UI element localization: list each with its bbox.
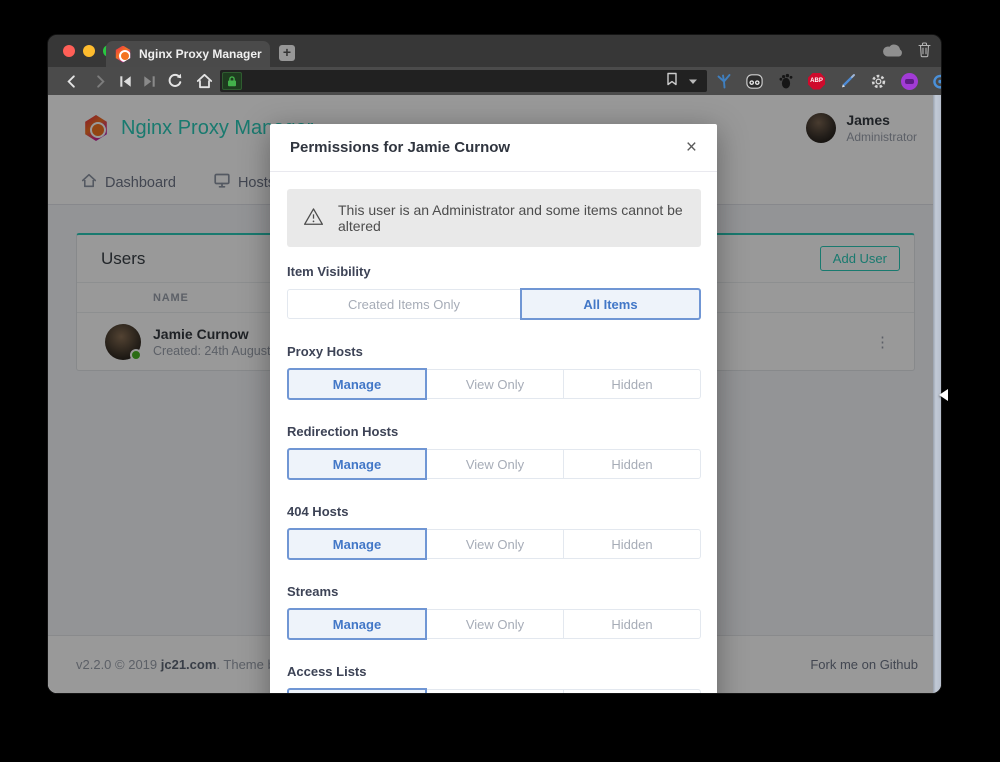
section-label: 404 Hosts xyxy=(287,504,701,519)
view-only-button[interactable]: View Only xyxy=(426,689,564,693)
section-label: Proxy Hosts xyxy=(287,344,701,359)
browser-home-icon[interactable] xyxy=(188,73,220,89)
permission-section-redirection-hosts: Redirection Hosts Manage View Only Hidde… xyxy=(287,424,701,480)
browser-tab[interactable]: Nginx Proxy Manager xyxy=(106,41,270,67)
gnome-foot-extension-icon[interactable] xyxy=(777,73,794,90)
screen: Nginx Proxy Manager + xyxy=(0,0,1000,762)
page-viewport: Nginx Proxy Manager James Administrator … xyxy=(48,95,941,693)
view-only-button[interactable]: View Only xyxy=(426,369,564,399)
extension-bar: ABP xyxy=(715,67,941,95)
hidden-button[interactable]: Hidden xyxy=(563,529,701,559)
item-visibility-label: Item Visibility xyxy=(287,264,701,279)
tab-title: Nginx Proxy Manager xyxy=(139,47,262,61)
section-label: Access Lists xyxy=(287,664,701,679)
close-window-button[interactable] xyxy=(63,45,75,57)
view-only-button[interactable]: View Only xyxy=(426,609,564,639)
permission-button-group: Manage View Only Hidden xyxy=(287,608,701,640)
npm-favicon-icon xyxy=(115,46,131,63)
browser-titlebar: Nginx Proxy Manager + xyxy=(48,35,941,67)
new-tab-button[interactable]: + xyxy=(279,45,295,61)
warning-icon xyxy=(303,207,324,229)
manage-button[interactable]: Manage xyxy=(287,608,427,640)
browser-window: Nginx Proxy Manager + xyxy=(48,35,941,693)
permission-section-access-lists: Access Lists Manage View Only Hidden xyxy=(287,664,701,693)
modal-title: Permissions for Jamie Curnow xyxy=(290,139,510,156)
hidden-button[interactable]: Hidden xyxy=(563,369,701,399)
permission-button-group: Manage View Only Hidden xyxy=(287,688,701,693)
purple-extension-icon[interactable] xyxy=(901,73,918,90)
close-icon[interactable]: × xyxy=(686,141,697,155)
item-visibility-group: Created Items Only All Items xyxy=(287,288,701,320)
goggles-extension-icon[interactable] xyxy=(746,73,763,90)
permission-section-streams: Streams Manage View Only Hidden xyxy=(287,584,701,640)
permission-section-404-hosts: 404 Hosts Manage View Only Hidden xyxy=(287,504,701,560)
manage-button[interactable]: Manage xyxy=(287,688,427,693)
minimize-window-button[interactable] xyxy=(83,45,95,57)
hidden-button[interactable]: Hidden xyxy=(563,689,701,693)
permissions-modal: Permissions for Jamie Curnow × This user… xyxy=(270,124,717,693)
bookmark-caret-icon[interactable] xyxy=(688,72,698,90)
all-items-button[interactable]: All Items xyxy=(520,288,701,320)
browser-toolbar: ABP xyxy=(48,67,941,95)
section-label: Streams xyxy=(287,584,701,599)
admin-alert-text: This user is an Administrator and some i… xyxy=(338,202,685,234)
reload-icon[interactable] xyxy=(161,73,188,89)
skip-end-icon[interactable] xyxy=(137,75,161,88)
permission-button-group: Manage View Only Hidden xyxy=(287,448,701,480)
back-icon[interactable] xyxy=(56,74,86,89)
trash-icon[interactable] xyxy=(918,42,931,63)
manage-button[interactable]: Manage xyxy=(287,368,427,400)
view-only-button[interactable]: View Only xyxy=(426,529,564,559)
manage-button[interactable]: Manage xyxy=(287,448,427,480)
bookmark-icon[interactable] xyxy=(666,72,678,91)
abp-extension-icon[interactable]: ABP xyxy=(808,73,825,90)
permission-section-proxy-hosts: Proxy Hosts Manage View Only Hidden xyxy=(287,344,701,400)
created-items-only-button[interactable]: Created Items Only xyxy=(287,289,521,319)
gear-extension-icon[interactable] xyxy=(870,73,887,90)
pen-extension-icon[interactable] xyxy=(839,73,856,90)
view-only-button[interactable]: View Only xyxy=(426,449,564,479)
permission-button-group: Manage View Only Hidden xyxy=(287,528,701,560)
cloud-icon[interactable] xyxy=(882,43,904,62)
manage-button[interactable]: Manage xyxy=(287,528,427,560)
hidden-button[interactable]: Hidden xyxy=(563,609,701,639)
mouse-cursor xyxy=(939,389,948,401)
admin-alert: This user is an Administrator and some i… xyxy=(287,189,701,247)
forward-icon[interactable] xyxy=(86,74,114,89)
hidden-button[interactable]: Hidden xyxy=(563,449,701,479)
sync-lock-extension-icon[interactable] xyxy=(932,73,941,90)
ssl-lock-icon[interactable] xyxy=(222,72,242,90)
blue-fork-extension-icon[interactable] xyxy=(715,73,732,90)
address-bar[interactable] xyxy=(220,70,707,92)
skip-start-icon[interactable] xyxy=(114,75,137,88)
permission-button-group: Manage View Only Hidden xyxy=(287,368,701,400)
section-label: Redirection Hosts xyxy=(287,424,701,439)
